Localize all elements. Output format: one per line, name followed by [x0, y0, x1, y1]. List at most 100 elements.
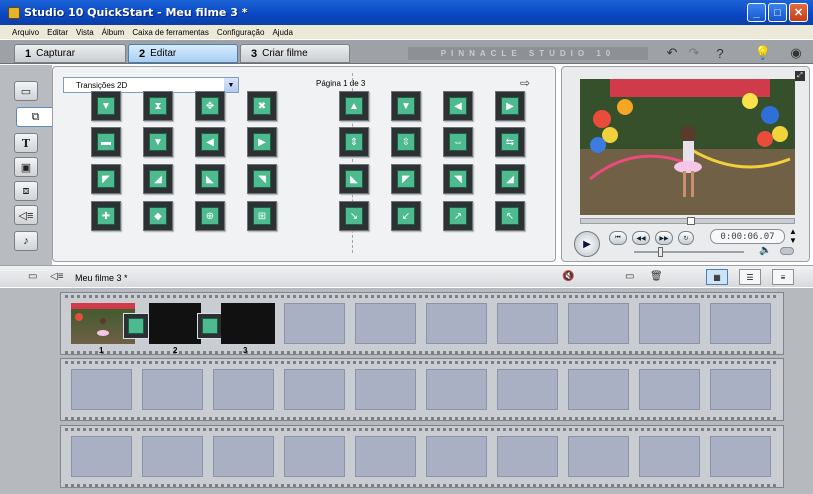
transition-tile[interactable]: ▬	[91, 127, 121, 157]
transition-tile[interactable]: ↘	[339, 201, 369, 231]
text-view-button[interactable]: ≡	[772, 269, 794, 285]
fast-forward-button[interactable]: ▶▶	[655, 231, 673, 245]
tab-editar[interactable]: 2 Editar	[128, 44, 238, 63]
transition-tile[interactable]: ◤	[91, 164, 121, 194]
transition-tile[interactable]: ▶	[247, 127, 277, 157]
transition-tile[interactable]: ⇕	[339, 127, 369, 157]
video-track-icon[interactable]: ▭	[28, 271, 37, 282]
rewind-button[interactable]: ◀◀	[632, 231, 650, 245]
storyboard-slot[interactable]	[71, 369, 132, 410]
storyboard-slot[interactable]	[426, 303, 487, 344]
scrubber-knob[interactable]	[687, 217, 695, 225]
menu-album[interactable]: Álbum	[102, 28, 125, 37]
split-clip-icon[interactable]: ▭	[625, 271, 634, 282]
storyboard-slot[interactable]	[142, 436, 203, 477]
storyboard-slot[interactable]	[710, 369, 771, 410]
storyboard-slot[interactable]	[71, 436, 132, 477]
storyboard-slot[interactable]	[639, 436, 700, 477]
transition-tile[interactable]: ◥	[247, 164, 277, 194]
storyboard-slot[interactable]	[355, 303, 416, 344]
storyboard-slot[interactable]	[284, 436, 345, 477]
storyboard-slot[interactable]	[426, 436, 487, 477]
transition-tile[interactable]: ⊞	[247, 201, 277, 231]
transition-tile[interactable]: ✖	[247, 91, 277, 121]
transition-thumbnail[interactable]	[197, 313, 223, 339]
transition-tile[interactable]: ◀	[195, 127, 225, 157]
minimize-button[interactable]: _	[747, 3, 766, 22]
chevron-down-icon[interactable]: ▼	[224, 78, 238, 92]
tab-capturar[interactable]: 1 Capturar	[14, 44, 126, 63]
transition-tile[interactable]: ▼	[91, 91, 121, 121]
storyboard-slot[interactable]	[710, 436, 771, 477]
speaker-icon[interactable]: 🔈	[759, 245, 771, 256]
undo-icon[interactable]: ↶	[664, 45, 680, 61]
transition-tile[interactable]: ⇳	[391, 127, 421, 157]
menu-arquivo[interactable]: Arquivo	[12, 28, 39, 37]
storyboard-slot[interactable]	[213, 369, 274, 410]
transition-tile[interactable]: ▶	[495, 91, 525, 121]
transition-tile[interactable]: ⊕	[195, 201, 225, 231]
transition-tile[interactable]: ⇆	[495, 127, 525, 157]
storyboard-slot[interactable]	[710, 303, 771, 344]
transition-tile[interactable]: ↗	[443, 201, 473, 231]
storyboard-slot[interactable]	[497, 436, 558, 477]
storyboard-slot[interactable]	[284, 303, 345, 344]
storyboard-slot[interactable]	[497, 303, 558, 344]
transition-tile[interactable]: ⧗	[143, 91, 173, 121]
help-icon[interactable]: ?	[712, 45, 728, 61]
menu-caixa-ferramentas[interactable]: Caixa de ferramentas	[132, 28, 208, 37]
go-to-start-button[interactable]: ⏮	[609, 231, 627, 245]
transition-tile[interactable]: ↖	[495, 201, 525, 231]
mute-icon[interactable]: 🔇	[562, 271, 574, 282]
menu-editar[interactable]: Editar	[47, 28, 68, 37]
storyboard-slot[interactable]	[568, 436, 629, 477]
music-section-icon[interactable]: ♪	[14, 231, 38, 251]
transitions-section-icon[interactable]: ⧉	[16, 107, 54, 127]
transition-tile[interactable]: ◀	[443, 91, 473, 121]
clip-thumbnail[interactable]	[149, 303, 201, 344]
maximize-button[interactable]: □	[768, 3, 787, 22]
transition-tile[interactable]: ◢	[495, 164, 525, 194]
storyboard-slot[interactable]	[568, 369, 629, 410]
timeline-view-button[interactable]: ☰	[739, 269, 761, 285]
transition-tile[interactable]: ▼	[143, 127, 173, 157]
transition-tile[interactable]: ✚	[91, 201, 121, 231]
menu-ajuda[interactable]: Ajuda	[272, 28, 292, 37]
transition-tile[interactable]: ◥	[443, 164, 473, 194]
storyboard-slot[interactable]	[355, 369, 416, 410]
storyboard-slot[interactable]	[284, 369, 345, 410]
close-button[interactable]: ✕	[789, 3, 808, 22]
transition-tile[interactable]: ◤	[391, 164, 421, 194]
tab-criar-filme[interactable]: 3 Criar filme	[240, 44, 350, 63]
transition-tile[interactable]: ◆	[143, 201, 173, 231]
storyboard-slot[interactable]	[497, 369, 558, 410]
clip-thumbnail[interactable]	[221, 303, 275, 344]
storyboard-slot[interactable]	[426, 369, 487, 410]
menus-section-icon[interactable]: ⧈	[14, 181, 38, 201]
storyboard-slot[interactable]	[639, 303, 700, 344]
fullscreen-icon[interactable]: ⤢	[795, 71, 805, 81]
redo-icon[interactable]: ↷	[686, 45, 702, 61]
audio-track-icon[interactable]: ◁≡	[50, 271, 64, 282]
storyboard-slot[interactable]	[142, 369, 203, 410]
storyboard-slot[interactable]	[568, 303, 629, 344]
scrubber-bar[interactable]	[580, 217, 795, 225]
transition-tile[interactable]: ◣	[195, 164, 225, 194]
transition-tile[interactable]: ✥	[195, 91, 225, 121]
volume-slider[interactable]	[634, 247, 744, 257]
transition-tile[interactable]: ↙	[391, 201, 421, 231]
menu-vista[interactable]: Vista	[76, 28, 94, 37]
trash-icon[interactable]: 🗑	[650, 271, 663, 282]
lightbulb-icon[interactable]: 💡	[755, 45, 771, 61]
photos-section-icon[interactable]: ▣	[14, 157, 38, 177]
disc-icon[interactable]: ◉	[788, 45, 804, 61]
audio-toggle-button[interactable]	[780, 247, 794, 255]
timecode-stepper[interactable]: ▲ ▼	[787, 227, 799, 245]
storyboard-slot[interactable]	[639, 369, 700, 410]
storyboard-view-button[interactable]: ▦	[706, 269, 728, 285]
loop-button[interactable]: ↻	[678, 231, 694, 245]
transition-tile[interactable]: ◢	[143, 164, 173, 194]
video-section-icon[interactable]: ▭	[14, 81, 38, 101]
play-button[interactable]: ▶	[574, 231, 600, 257]
transition-tile[interactable]: ▼	[391, 91, 421, 121]
